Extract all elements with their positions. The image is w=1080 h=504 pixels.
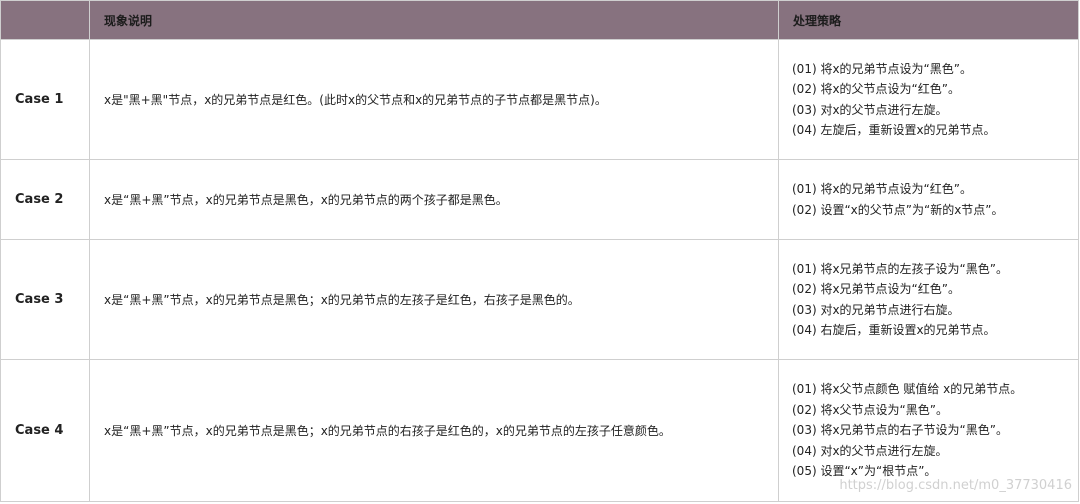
header-case bbox=[0, 0, 90, 40]
step-item: (03) 对x的父节点进行左旋。 bbox=[792, 102, 948, 117]
step-item: (01) 将x的兄弟节点设为“红色”。 bbox=[792, 182, 972, 196]
header-strategy: 处理策略 bbox=[778, 0, 1079, 40]
case-table: 现象说明 处理策略 Case 1 x是"黑+黑"节点，x的兄弟节点是红色。(此时… bbox=[0, 0, 1079, 502]
case-name: Case 1 bbox=[0, 39, 90, 160]
step-item: (01) 将x兄弟节点的左孩子设为“黑色”。 bbox=[792, 261, 1008, 276]
step-item: (02) 将x父节点设为“黑色”。 bbox=[792, 402, 948, 417]
case-name: Case 3 bbox=[0, 239, 90, 360]
step-item: (01) 将x的兄弟节点设为“黑色”。 bbox=[792, 61, 972, 76]
step-item: (01) 将x父节点颜色 赋值给 x的兄弟节点。 bbox=[792, 382, 1023, 397]
watermark: https://blog.csdn.net/m0_37730416 bbox=[839, 478, 1072, 493]
case-steps: (01) 将x的兄弟节点设为“黑色”。 (02) 将x的父节点设为“红色”。 (… bbox=[778, 39, 1079, 160]
step-item: (03) 将x兄弟节点的右子节设为“黑色”。 bbox=[792, 423, 1008, 438]
case-description: x是“黑+黑”节点，x的兄弟节点是黑色；x的兄弟节点的右孩子是红色的，x的兄弟节… bbox=[89, 359, 779, 502]
table-row: Case 3 x是“黑+黑”节点，x的兄弟节点是黑色；x的兄弟节点的左孩子是红色… bbox=[0, 239, 1079, 360]
case-description: x是"黑+黑"节点，x的兄弟节点是红色。(此时x的父节点和x的兄弟节点的子节点都… bbox=[89, 39, 779, 160]
case-name: Case 4 bbox=[0, 359, 90, 502]
case-description: x是“黑+黑”节点，x的兄弟节点是黑色；x的兄弟节点的左孩子是红色，右孩子是黑色… bbox=[89, 239, 779, 360]
case-steps: (01) 将x的兄弟节点设为“红色”。 (02) 设置“x的父节点”为“新的x节… bbox=[778, 159, 1079, 240]
step-item: (02) 将x兄弟节点设为“红色”。 bbox=[792, 282, 960, 296]
step-item: (04) 右旋后，重新设置x的兄弟节点。 bbox=[792, 323, 996, 337]
step-item: (02) 将x的父节点设为“红色”。 bbox=[792, 82, 960, 96]
step-item: (02) 设置“x的父节点”为“新的x节点”。 bbox=[792, 202, 1004, 217]
table-row: Case 2 x是“黑+黑”节点，x的兄弟节点是黑色，x的兄弟节点的两个孩子都是… bbox=[0, 159, 1079, 240]
step-item: (03) 对x的兄弟节点进行右旋。 bbox=[792, 302, 960, 317]
case-name: Case 2 bbox=[0, 159, 90, 240]
case-steps: (01) 将x兄弟节点的左孩子设为“黑色”。 (02) 将x兄弟节点设为“红色”… bbox=[778, 239, 1079, 360]
step-item: (04) 对x的父节点进行左旋。 bbox=[792, 443, 948, 458]
table-header-row: 现象说明 处理策略 bbox=[0, 0, 1079, 40]
table-row: Case 1 x是"黑+黑"节点，x的兄弟节点是红色。(此时x的父节点和x的兄弟… bbox=[0, 39, 1079, 160]
case-description: x是“黑+黑”节点，x的兄弟节点是黑色，x的兄弟节点的两个孩子都是黑色。 bbox=[89, 159, 779, 240]
step-item: (04) 左旋后，重新设置x的兄弟节点。 bbox=[792, 123, 996, 137]
header-description: 现象说明 bbox=[89, 0, 779, 40]
